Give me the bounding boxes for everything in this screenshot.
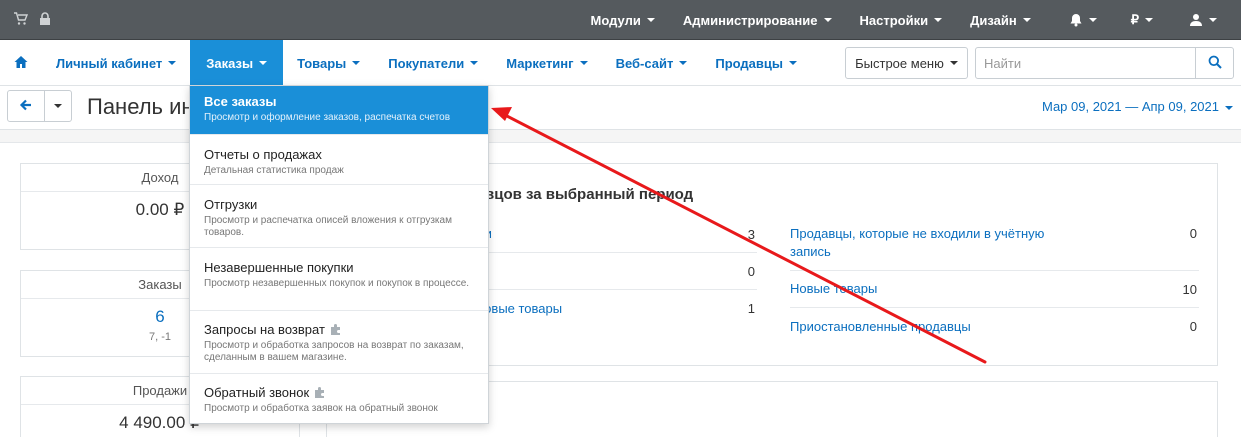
top-menu-settings[interactable]: Настройки (846, 0, 957, 40)
chevron-down-icon (352, 61, 361, 65)
currency-symbol: ₽ (1130, 12, 1139, 27)
search-icon (1208, 55, 1222, 72)
date-range-picker[interactable]: Мар 09, 2021 — Апр 09, 2021 (1042, 99, 1233, 114)
main-navbar: Личный кабинет Заказы Товары Покупатели … (0, 40, 1241, 86)
chevron-down-icon (579, 61, 588, 65)
menu-item-abandoned-carts[interactable]: Незавершенные покупки Просмотр незаверше… (190, 248, 488, 311)
nav-personal-account[interactable]: Личный кабинет (42, 40, 190, 86)
menu-item-all-orders[interactable]: Все заказы Просмотр и оформление заказов… (190, 86, 488, 135)
vendors-left-row: ли 3 (477, 216, 757, 253)
top-admin-bar: Модули Администрирование Настройки Дизай… (0, 0, 1241, 40)
orders-dropdown-menu: Все заказы Просмотр и оформление заказов… (189, 85, 489, 424)
top-menu-design[interactable]: Дизайн (956, 0, 1045, 40)
vendors-right-row: Продавцы, которые не входили в учётную з… (790, 216, 1199, 271)
chevron-down-icon (823, 18, 832, 22)
page-title: Панель инструментов (87, 94, 197, 119)
nav-orders[interactable]: Заказы (190, 40, 284, 86)
vendors-panel-title: вцов за выбранный период (485, 186, 694, 203)
user-icon (1189, 13, 1203, 27)
quick-menu-button[interactable]: Быстрое меню (845, 47, 968, 79)
chevron-down-icon (789, 61, 797, 65)
vendors-link[interactable]: Продавцы, которые не входили в учётную з… (790, 225, 1060, 261)
chevron-down-icon (1209, 18, 1217, 22)
title-bar: Панель инструментов Мар 09, 2021 — Апр 0… (0, 86, 1241, 130)
arrow-left-icon (19, 98, 33, 115)
chevron-down-icon (259, 61, 268, 65)
chevron-down-icon (934, 18, 943, 22)
search-box (975, 47, 1234, 79)
vendors-left-row: 0 (477, 253, 757, 290)
menu-item-sales-reports[interactable]: Отчеты о продажах Детальная статистика п… (190, 135, 488, 185)
nav-customers[interactable]: Покупатели (374, 40, 492, 86)
chevron-down-icon (1145, 18, 1153, 22)
menu-item-callback[interactable]: Обратный звонок Просмотр и обработка зая… (190, 374, 488, 423)
menu-item-shipments[interactable]: Отгрузки Просмотр и распечатка описей вл… (190, 185, 488, 248)
vendors-link[interactable]: Приостановленные продавцы (790, 318, 971, 336)
chevron-down-icon (679, 61, 688, 65)
back-button[interactable] (7, 90, 45, 122)
nav-products[interactable]: Товары (283, 40, 374, 86)
nav-marketing[interactable]: Маркетинг (492, 40, 601, 86)
vendors-right-row: Новые товары 10 (790, 271, 1199, 308)
chevron-down-icon (1225, 105, 1233, 110)
cart-icon[interactable] (14, 12, 29, 26)
chevron-down-icon (54, 104, 62, 108)
home-icon (14, 55, 28, 72)
puzzle-icon (315, 387, 325, 398)
search-input[interactable] (976, 48, 1195, 78)
back-history-dropdown[interactable] (44, 90, 72, 122)
currency-menu[interactable]: ₽ (1113, 0, 1171, 40)
vendors-link[interactable]: новые товары (477, 300, 562, 318)
chevron-down-icon (646, 18, 655, 22)
nav-vendors[interactable]: Продавцы (701, 40, 811, 86)
bell-icon (1069, 13, 1083, 27)
chevron-down-icon (1022, 18, 1031, 22)
nav-website[interactable]: Веб-сайт (602, 40, 702, 86)
menu-item-return-requests[interactable]: Запросы на возврат Просмотр и обработка … (190, 311, 488, 374)
chevron-down-icon (470, 61, 479, 65)
user-menu[interactable] (1171, 0, 1241, 40)
vendors-left-row: новые товары 1 (477, 300, 755, 318)
lock-icon[interactable] (38, 12, 52, 29)
chevron-down-icon (1088, 18, 1097, 22)
top-menu-modules[interactable]: Модули (577, 0, 669, 40)
vendors-right-row: Приостановленные продавцы 0 (790, 318, 1197, 336)
top-menu-administration[interactable]: Администрирование (669, 0, 846, 40)
notifications-menu[interactable] (1045, 0, 1113, 40)
vendors-link[interactable]: Новые товары (790, 280, 877, 298)
chevron-down-icon (949, 61, 958, 65)
nav-home[interactable] (0, 40, 42, 86)
search-button[interactable] (1195, 48, 1233, 78)
chevron-down-icon (168, 61, 177, 65)
puzzle-icon (330, 324, 340, 335)
